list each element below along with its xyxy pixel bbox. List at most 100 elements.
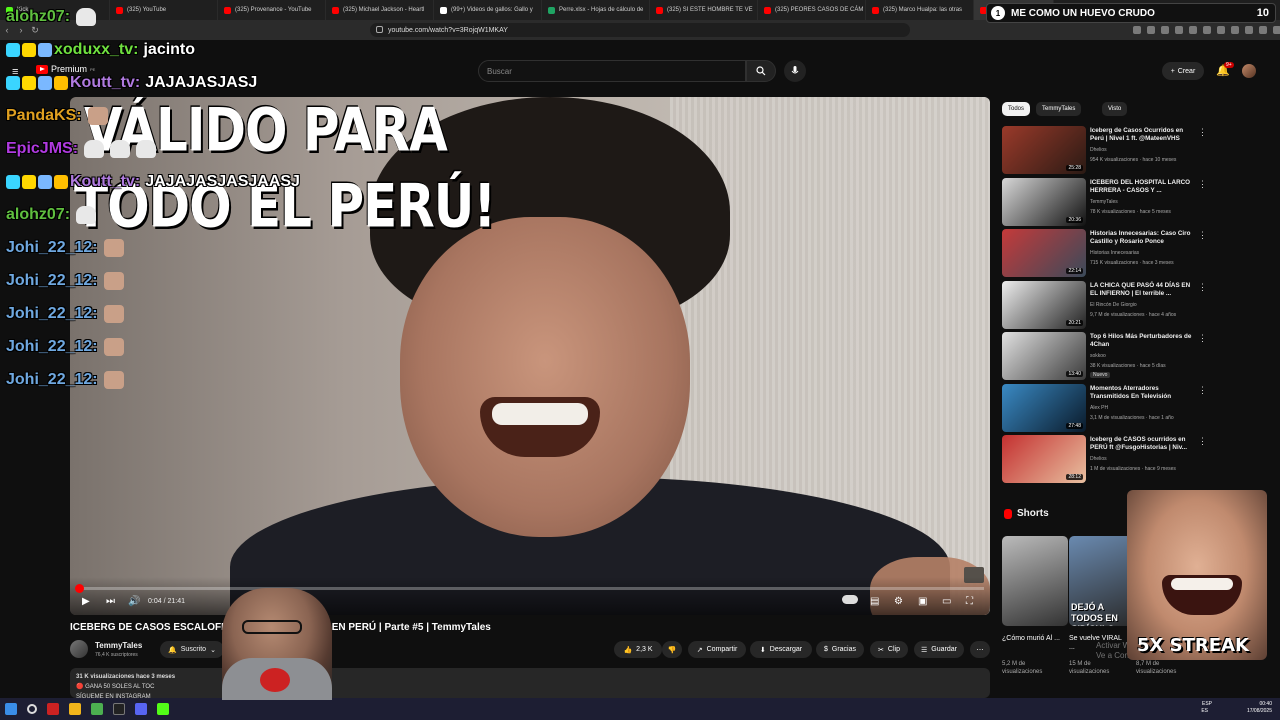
extension-icon[interactable] bbox=[1217, 26, 1225, 34]
miniplayer-icon[interactable]: ▣ bbox=[918, 596, 927, 607]
more-options-icon[interactable]: ⋮ bbox=[1198, 282, 1207, 293]
more-options-icon[interactable]: ⋮ bbox=[1198, 179, 1207, 190]
windows-start-icon[interactable] bbox=[5, 703, 17, 715]
recommendation-item[interactable]: 27:48 Momentos Aterradores Transmitidos E… bbox=[1002, 383, 1207, 432]
subtitles-icon[interactable]: ▤ bbox=[870, 596, 879, 607]
more-options-icon[interactable]: ⋮ bbox=[1198, 385, 1207, 396]
tray-lang-top[interactable]: ESP bbox=[1202, 701, 1212, 708]
extension-icon[interactable] bbox=[1203, 26, 1211, 34]
filter-chip[interactable]: Todos bbox=[1002, 102, 1031, 116]
recommendation-item[interactable]: 28:12 Iceberg de CASOS ocurridos en PERÚ … bbox=[1002, 435, 1207, 483]
thanks-button[interactable]: $ Gracias bbox=[816, 641, 864, 658]
voice-search-button[interactable] bbox=[784, 60, 806, 82]
progress-scrubber[interactable] bbox=[74, 584, 84, 593]
site-info-icon[interactable] bbox=[376, 26, 383, 33]
extension-icon[interactable] bbox=[1259, 26, 1267, 34]
recommendation-channel[interactable]: Historias Innecesarias bbox=[1090, 250, 1139, 256]
browser-app-icon[interactable] bbox=[47, 703, 59, 715]
address-bar[interactable]: youtube.com/watch?v=3RojqW1MKAY bbox=[370, 23, 910, 37]
search-icon[interactable] bbox=[27, 704, 37, 714]
duration-badge: 20:21 bbox=[1066, 319, 1083, 326]
recommendation-item[interactable]: 22:14 Historias Innecesarias: Caso Ciro C… bbox=[1002, 229, 1207, 277]
fullscreen-icon[interactable]: ⛶ bbox=[966, 596, 973, 607]
extension-icon[interactable] bbox=[1273, 26, 1280, 34]
channel-avatar[interactable] bbox=[70, 640, 88, 658]
subscribed-button[interactable]: 🔔 Suscrito ⌄ bbox=[160, 641, 224, 658]
more-options-icon[interactable]: ⋮ bbox=[1198, 127, 1207, 138]
recommendation-title[interactable]: Historias Innecesarias: Caso Ciro Castil… bbox=[1090, 230, 1198, 246]
recommendation-title[interactable]: LA CHICA QUE PASÓ 44 DÍAS EN EL INFIERNO… bbox=[1090, 282, 1198, 298]
recommendation-title[interactable]: Top 6 Hilos Más Perturbadores de 4Chan bbox=[1090, 333, 1198, 349]
recommendation-title[interactable]: Iceberg de CASOS ocurridos en PERÚ ft @F… bbox=[1090, 436, 1198, 452]
recommendation-thumbnail[interactable]: 13:40 bbox=[1002, 332, 1086, 380]
more-actions-button[interactable]: ⋯ bbox=[970, 641, 990, 658]
clip-button[interactable]: ✂ Clip bbox=[870, 641, 908, 658]
filter-chip[interactable]: TemmyTales bbox=[1036, 102, 1082, 116]
browser-tab[interactable]: (325) PEORES CASOS DE CÁM bbox=[758, 0, 866, 20]
app-icon[interactable] bbox=[113, 703, 125, 715]
recommendation-title[interactable]: ICEBERG DEL HOSPITAL LARCO HERRERA - CAS… bbox=[1090, 179, 1198, 195]
extension-icon[interactable] bbox=[1245, 26, 1253, 34]
volume-icon[interactable]: 🔊 bbox=[128, 596, 140, 607]
browser-tab[interactable]: (99+) Videos de gallos: Gallo y bbox=[434, 0, 542, 20]
recommendation-channel[interactable]: TemmyTales bbox=[1090, 199, 1118, 205]
recommendation-thumbnail[interactable]: 20:36 bbox=[1002, 177, 1086, 226]
chat-emote-icon bbox=[110, 140, 131, 158]
recommendation-channel[interactable]: Dhelios bbox=[1090, 456, 1107, 462]
recommendation-channel[interactable]: Alex PH bbox=[1090, 405, 1108, 411]
progress-bar[interactable] bbox=[74, 584, 984, 593]
short-thumbnail[interactable] bbox=[1002, 536, 1068, 626]
browser-tab[interactable]: Perre.xlsx - Hojas de cálculo de bbox=[542, 0, 650, 20]
recommendation-thumbnail[interactable]: 20:21 bbox=[1002, 280, 1086, 329]
search-button[interactable] bbox=[746, 60, 776, 82]
filter-chip[interactable]: Visto bbox=[1102, 102, 1128, 116]
search-input[interactable]: Buscar bbox=[478, 60, 746, 82]
recommendation-title[interactable]: Iceberg de Casos Ocurridos en Perú | Niv… bbox=[1090, 127, 1198, 143]
save-button[interactable]: ☰ Guardar bbox=[914, 641, 964, 658]
recommendation-thumbnail[interactable]: 22:14 bbox=[1002, 229, 1086, 277]
extension-icon[interactable] bbox=[1133, 26, 1141, 34]
browser-tab[interactable]: (325) Marco Hualpa: las otras bbox=[866, 0, 974, 20]
more-options-icon[interactable]: ⋮ bbox=[1198, 230, 1207, 241]
recommendation-item[interactable]: 20:21 LA CHICA QUE PASÓ 44 DÍAS EN EL INF… bbox=[1002, 280, 1207, 329]
short-thumbnail[interactable]: DEJÓ A TODOS EN RIDÍCULO bbox=[1069, 536, 1135, 626]
recommendation-item[interactable]: 25:28 Iceberg de Casos Ocurridos en Perú … bbox=[1002, 126, 1207, 174]
recommendation-thumbnail[interactable]: 25:28 bbox=[1002, 126, 1086, 174]
recommendation-item[interactable]: 13:40 Top 6 Hilos Más Perturbadores de 4C… bbox=[1002, 332, 1207, 380]
extension-icon[interactable] bbox=[1231, 26, 1239, 34]
recommendation-channel[interactable]: El Rincón De Giorgio bbox=[1090, 302, 1137, 308]
kick-icon[interactable] bbox=[157, 703, 169, 715]
app-icon[interactable] bbox=[91, 703, 103, 715]
dislike-button[interactable]: 👎 bbox=[662, 641, 682, 658]
chat-text: JAJAJASJASJ bbox=[145, 74, 258, 91]
like-button[interactable]: 👍 2,3 K bbox=[614, 641, 662, 658]
recommendation-thumbnail[interactable]: 27:48 bbox=[1002, 383, 1086, 432]
file-explorer-icon[interactable] bbox=[69, 703, 81, 715]
recommendation-channel[interactable]: sokkoo bbox=[1090, 353, 1106, 359]
theater-mode-icon[interactable]: ▭ bbox=[942, 596, 951, 607]
channel-name[interactable]: TemmyTales bbox=[95, 641, 142, 650]
account-avatar[interactable] bbox=[1242, 64, 1256, 78]
short-title[interactable]: ¿Cómo murió Al ... bbox=[1002, 634, 1062, 643]
clock-time[interactable]: 00:40 bbox=[1247, 701, 1272, 708]
next-icon[interactable]: ⏭ bbox=[106, 596, 115, 607]
discord-icon[interactable] bbox=[135, 703, 147, 715]
extension-icon[interactable] bbox=[1175, 26, 1183, 34]
create-button[interactable]: + Crear bbox=[1162, 62, 1204, 80]
description-box[interactable]: 31 K visualizaciones hace 3 meses 🔴 GANA… bbox=[70, 668, 990, 700]
more-options-icon[interactable]: ⋮ bbox=[1198, 436, 1207, 447]
extension-icon[interactable] bbox=[1147, 26, 1155, 34]
autoplay-toggle[interactable] bbox=[842, 595, 858, 604]
play-icon[interactable]: ▶ bbox=[82, 596, 90, 607]
download-button[interactable]: ⬇ Descargar bbox=[750, 641, 812, 658]
extension-icon[interactable] bbox=[1161, 26, 1169, 34]
browser-tab[interactable]: (325) SI ESTE HOMBRE TE VE bbox=[650, 0, 758, 20]
recommendation-channel[interactable]: Dhelios bbox=[1090, 147, 1107, 153]
recommendation-title[interactable]: Momentos Aterradores Transmitidos En Tel… bbox=[1090, 385, 1198, 401]
settings-gear-icon[interactable]: ⚙ bbox=[894, 596, 903, 607]
more-options-icon[interactable]: ⋮ bbox=[1198, 333, 1207, 344]
recommendation-thumbnail[interactable]: 28:12 bbox=[1002, 435, 1086, 483]
recommendation-item[interactable]: 20:36 ICEBERG DEL HOSPITAL LARCO HERRERA … bbox=[1002, 177, 1207, 226]
share-button[interactable]: ↗ Compartir bbox=[688, 641, 746, 658]
extension-icon[interactable] bbox=[1189, 26, 1197, 34]
